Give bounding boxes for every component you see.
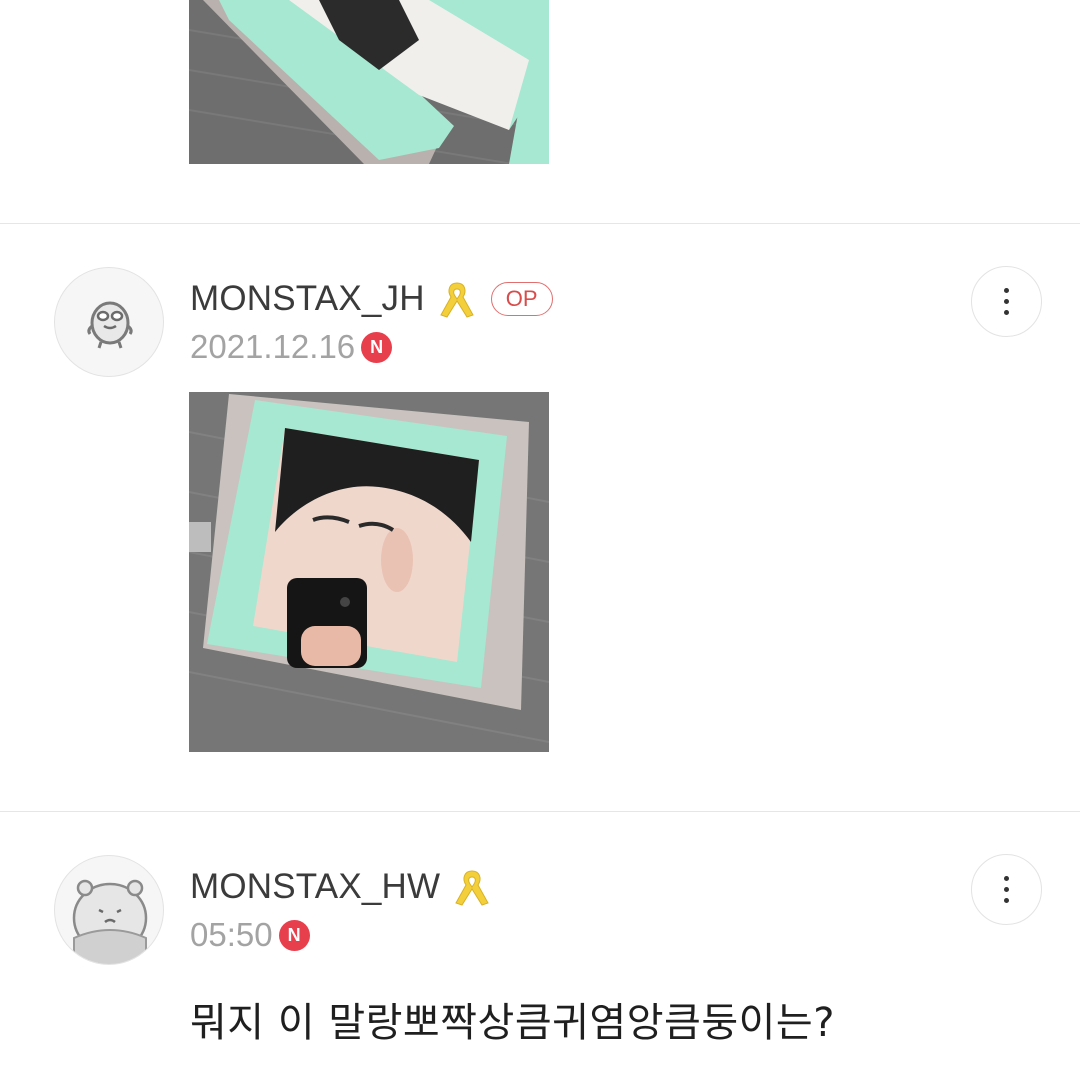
more-options-button[interactable]	[971, 266, 1042, 337]
comment-divider	[0, 223, 1080, 224]
more-vertical-icon-dot	[1004, 887, 1009, 892]
more-vertical-icon-dot	[1004, 310, 1009, 315]
comment-text: 뭐지 이 말랑뽀짝상큼귀염앙큼둥이는?	[190, 1000, 835, 1046]
op-badge: OP	[490, 282, 553, 316]
comment-date: 05:50	[190, 916, 273, 953]
comment-photo[interactable]	[189, 392, 549, 752]
avatar[interactable]	[54, 267, 164, 377]
more-options-button[interactable]	[971, 854, 1042, 925]
author-name[interactable]: MONSTAX_HW	[190, 867, 440, 907]
comment-author-line: MONSTAX_HW	[190, 863, 494, 911]
avatar[interactable]	[54, 855, 164, 965]
more-vertical-icon	[1004, 876, 1009, 881]
previous-comment-photo[interactable]	[189, 0, 549, 164]
comment-author-line: MONSTAX_JH OP	[190, 275, 553, 323]
more-vertical-icon	[1004, 288, 1009, 293]
more-vertical-icon-dot	[1004, 299, 1009, 304]
comment-photo-image	[189, 392, 549, 752]
yellow-ribbon-icon	[435, 277, 479, 321]
new-badge: N	[361, 331, 393, 363]
comment-divider	[0, 811, 1080, 812]
new-badge: N	[278, 919, 310, 951]
yellow-ribbon-icon	[450, 865, 494, 909]
hamster-mascot-icon	[72, 879, 148, 964]
comment-date-line: 05:50 N	[190, 915, 310, 955]
author-name[interactable]: MONSTAX_JH	[190, 279, 425, 319]
comment-date: 2021.12.16	[190, 328, 356, 365]
comment-date-line: 2021.12.16 N	[190, 327, 393, 367]
more-vertical-icon-dot	[1004, 898, 1009, 903]
previous-photo-image	[189, 0, 549, 164]
grey-mascot-icon	[87, 301, 133, 349]
